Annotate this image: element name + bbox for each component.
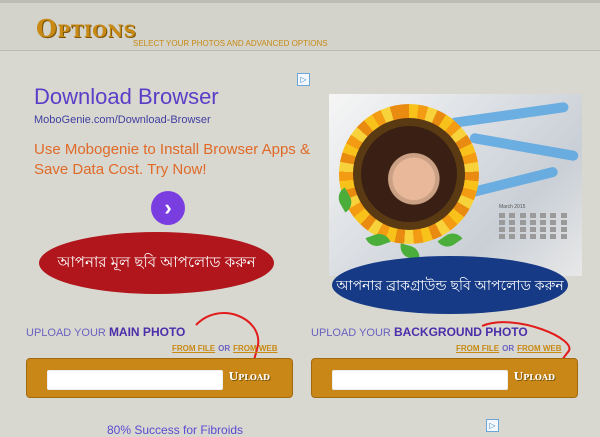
background-photo-label: UPLOAD YOUR BACKGROUND PHOTO	[311, 325, 528, 339]
main-photo-label: UPLOAD YOUR MAIN PHOTO	[26, 325, 186, 339]
adchoices-icon-bottom[interactable]: ▷	[486, 419, 499, 432]
background-photo-source: FROM FILE OR FROM WEB	[456, 344, 562, 353]
background-from-file-link[interactable]: FROM FILE	[456, 344, 499, 353]
bottom-ad-link[interactable]: 80% Success for Fibroids	[107, 423, 243, 437]
main-from-file-link[interactable]: FROM FILE	[172, 344, 215, 353]
background-from-web-link[interactable]: FROM WEB	[517, 344, 561, 353]
main-photo-source: FROM FILE OR FROM WEB	[172, 344, 278, 353]
main-from-web-link[interactable]: FROM WEB	[233, 344, 277, 353]
main-photo-upload-button[interactable]: Upload	[229, 370, 270, 383]
main-photo-url-input[interactable]	[47, 370, 223, 390]
background-or-text: OR	[502, 344, 515, 353]
main-photo-upload-bar: Upload	[26, 358, 293, 398]
background-photo-upload-bar: Upload	[311, 358, 578, 398]
main-or-text: OR	[218, 344, 231, 353]
background-photo-url-input[interactable]	[332, 370, 508, 390]
background-photo-upload-button[interactable]: Upload	[514, 370, 555, 383]
